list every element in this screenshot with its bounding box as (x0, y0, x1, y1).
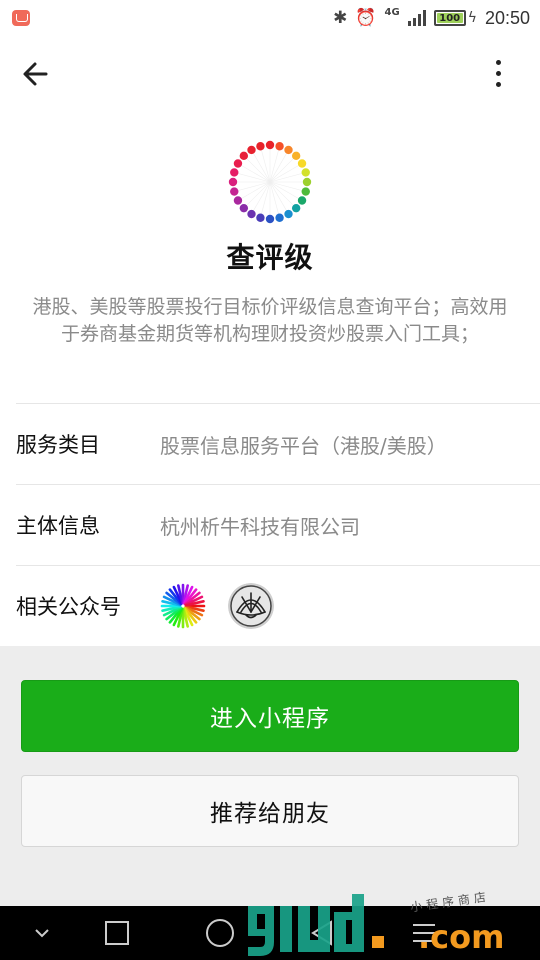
logo-dot (301, 168, 310, 177)
logo-dot (256, 142, 265, 151)
bluetooth-icon: ✱ (333, 7, 348, 28)
network-type: 4G (384, 6, 400, 18)
logo-dot (247, 209, 256, 219)
top-bar (0, 36, 540, 112)
entity-info-row[interactable]: 主体信息 杭州析牛科技有限公司 (16, 484, 540, 565)
battery-level: 100 (439, 12, 461, 24)
status-icons: ✱ ⏰ 4G 100 ϟ 20:50 (333, 6, 530, 29)
logo-dot (233, 196, 243, 205)
watermark-brand: .com (418, 918, 505, 956)
service-category-value: 股票信息服务平台（港股/美股） (160, 433, 447, 458)
nav-home-button[interactable] (198, 906, 242, 960)
chevron-down-icon (35, 929, 49, 938)
logo-dot (265, 140, 275, 150)
status-bar: ✱ ⏰ 4G 100 ϟ 20:50 (0, 0, 540, 36)
entity-info-label: 主体信息 (16, 514, 100, 538)
enter-mini-program-button[interactable]: 进入小程序 (21, 680, 519, 752)
logo-dot (302, 177, 312, 187)
related-accounts-label: 相关公众号 (16, 595, 121, 619)
app-description: 港股、美股等股票投行目标价评级信息查询平台；高效用于券商基金期货等机构理财投资炒… (32, 296, 508, 345)
logo-dot (239, 203, 249, 213)
logo-dot (233, 159, 243, 168)
logo-dot (230, 168, 239, 177)
logo-dot (297, 196, 307, 205)
back-button[interactable] (14, 54, 58, 94)
related-accounts-row: 相关公众号 (16, 565, 540, 646)
logo-dot (256, 213, 265, 222)
logo-dot (230, 187, 239, 196)
nav-recents-button[interactable] (96, 906, 138, 960)
logo-dot (247, 145, 256, 155)
circle-icon (206, 919, 234, 947)
logo-dot (239, 151, 249, 161)
logo-dot (275, 142, 284, 151)
nav-collapse-button[interactable] (22, 906, 62, 960)
service-category-label: 服务类目 (16, 433, 100, 457)
recommend-to-friends-button[interactable]: 推荐给朋友 (21, 775, 519, 847)
mini-program-profile-card: 查评级 港股、美股等股票投行目标价评级信息查询平台；高效用于券商基金期货等机构理… (0, 112, 540, 646)
logo-dot (275, 213, 284, 222)
logo-dot (291, 151, 301, 161)
logo-dot (301, 187, 310, 196)
service-category-row: 服务类目 股票信息服务平台（港股/美股） (16, 403, 540, 484)
battery-icon: 100 (433, 10, 466, 26)
entity-info-value: 杭州析牛科技有限公司 (160, 514, 360, 539)
charging-icon: ϟ (467, 10, 477, 26)
app-logo (228, 140, 312, 224)
app-title: 查评级 (226, 241, 314, 274)
status-time: 20:50 (484, 7, 530, 28)
logo-dot (297, 159, 307, 168)
mail-notification-icon (12, 10, 30, 26)
logo-dot (228, 177, 238, 187)
logo-dot (284, 209, 293, 219)
logo-dot (284, 145, 293, 155)
arrow-left-icon (23, 62, 48, 86)
logo-dot (291, 203, 301, 213)
more-options-button[interactable] (480, 54, 516, 94)
alarm-icon: ⏰ (355, 7, 377, 28)
square-icon (105, 921, 129, 945)
official-account-avatar-shell[interactable] (228, 583, 274, 629)
logo-dot (265, 214, 275, 224)
signal-icon (407, 10, 426, 26)
official-account-avatar-color-wheel[interactable] (160, 583, 206, 629)
